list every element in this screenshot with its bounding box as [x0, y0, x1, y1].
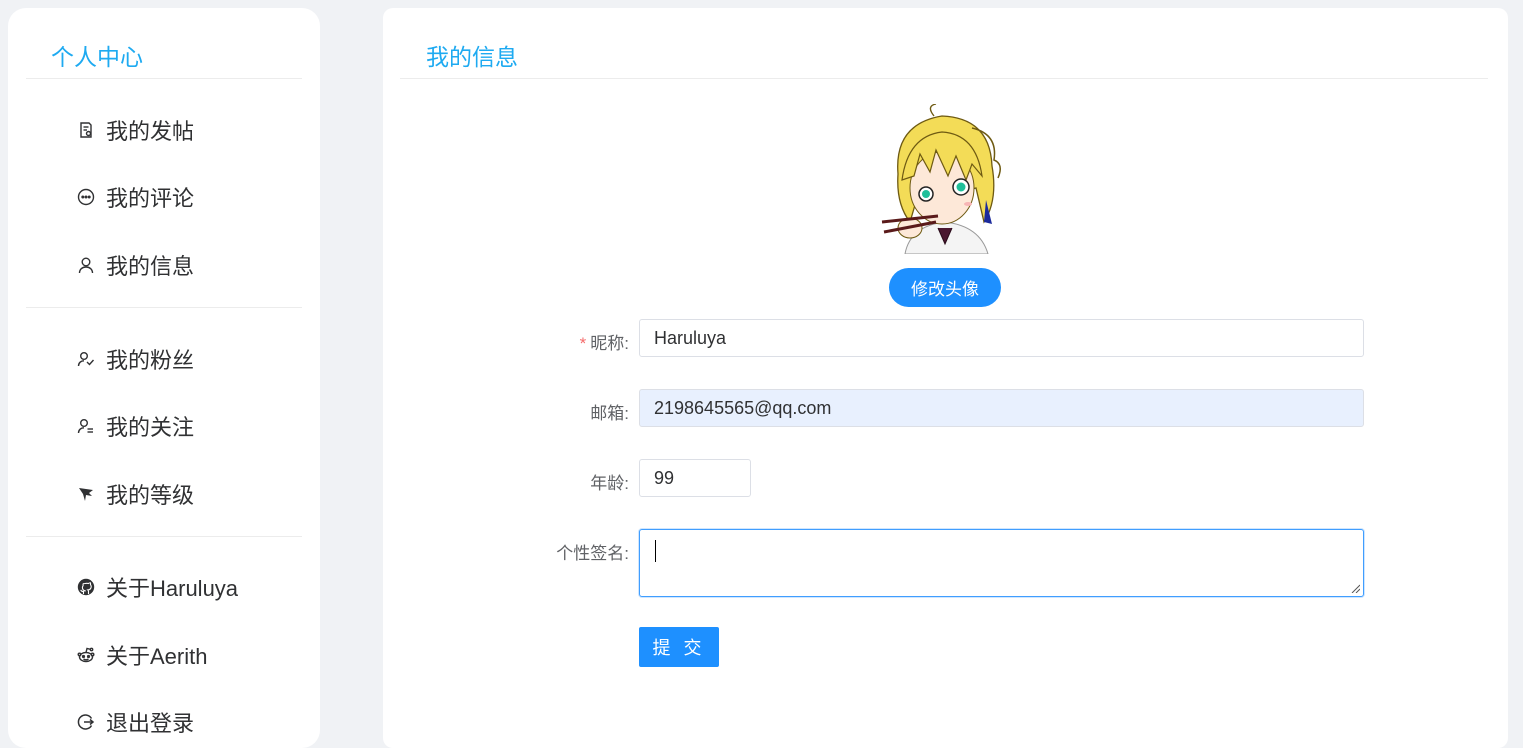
sidebar-item-my-info[interactable]: 我的信息	[76, 248, 194, 282]
sidebar-item-label: 我的信息	[106, 254, 195, 279]
avatar	[880, 103, 1010, 255]
sidebar-item-label: 我的关注	[106, 415, 195, 440]
document-icon	[76, 120, 96, 140]
main-divider	[400, 78, 1488, 79]
level-icon	[76, 484, 96, 504]
email-label: 邮箱:	[590, 404, 629, 423]
sidebar-item-about-aerith[interactable]: 关于Aerith	[76, 638, 207, 672]
sidebar-item-label: 我的发帖	[106, 119, 195, 144]
sidebar-item-label: 我的粉丝	[106, 348, 195, 373]
resize-grip-icon[interactable]	[1350, 583, 1360, 593]
sidebar-item-my-posts[interactable]: 我的发帖	[76, 113, 194, 147]
page-title: 我的信息	[426, 44, 518, 70]
followers-icon	[76, 349, 96, 369]
github-icon	[76, 577, 96, 597]
submit-button[interactable]: 提 交	[639, 627, 719, 667]
nickname-input[interactable]	[639, 319, 1364, 357]
sidebar-item-label: 关于Aerith	[106, 644, 208, 669]
nickname-label: * 昵称:	[579, 334, 629, 353]
sidebar-item-about-haruluya[interactable]: 关于Haruluya	[76, 570, 238, 604]
logout-icon	[76, 712, 96, 732]
sidebar-item-label: 我的评论	[106, 186, 195, 211]
signature-label: 个性签名:	[556, 544, 629, 563]
sidebar-item-label: 我的等级	[106, 483, 195, 508]
sidebar-item-label: 关于Haruluya	[106, 576, 239, 601]
change-avatar-button[interactable]: 修改头像	[889, 268, 1001, 307]
sidebar: 个人中心 我的发帖 我的评论 我的信息 我的粉丝 我的关注 我的等级 关于Har…	[8, 8, 320, 748]
sidebar-divider	[26, 307, 302, 308]
required-mark: *	[579, 334, 587, 353]
signature-textarea[interactable]	[639, 529, 1364, 597]
text-caret	[655, 540, 656, 562]
sidebar-title: 个人中心	[51, 44, 143, 70]
email-input[interactable]	[639, 389, 1364, 427]
age-label: 年龄:	[590, 474, 629, 493]
sidebar-item-my-following[interactable]: 我的关注	[76, 409, 194, 443]
sidebar-item-my-level[interactable]: 我的等级	[76, 477, 194, 511]
main-panel: 我的信息 修改头像 * 昵称: Haruluya 邮箱: 2198645565@…	[383, 8, 1508, 748]
sidebar-item-my-comments[interactable]: 我的评论	[76, 180, 194, 214]
sidebar-divider	[26, 78, 302, 79]
sidebar-item-my-followers[interactable]: 我的粉丝	[76, 342, 194, 376]
following-icon	[76, 416, 96, 436]
sidebar-divider	[26, 536, 302, 537]
age-input[interactable]	[639, 459, 751, 497]
user-icon	[76, 255, 96, 275]
chat-bubble-icon	[76, 187, 96, 207]
sidebar-item-label: 退出登录	[106, 711, 195, 736]
reddit-icon	[76, 645, 96, 665]
